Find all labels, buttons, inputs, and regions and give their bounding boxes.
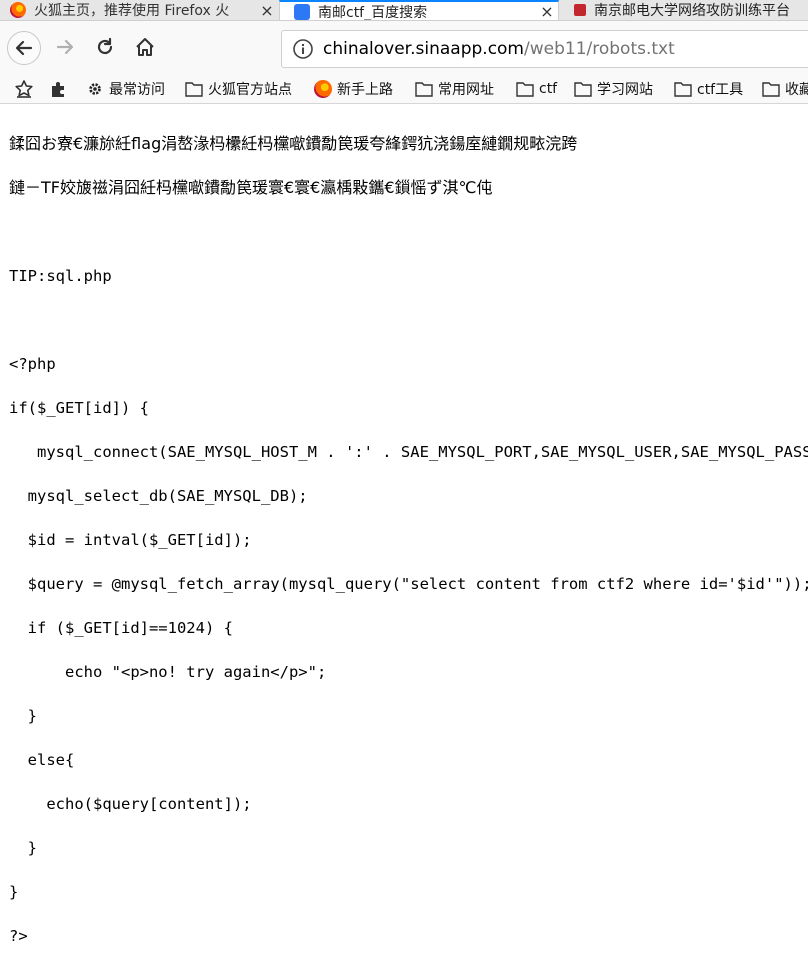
code-line: } [9, 839, 37, 857]
folder-icon [185, 82, 203, 97]
code-line: mysql_select_db(SAE_MYSQL_DB); [9, 487, 308, 505]
blank-line: ​ [9, 221, 808, 243]
tab-title: 火狐主页，推荐使用 Firefox 火 [34, 3, 230, 19]
bookmark-label: 常用网址 [438, 82, 494, 98]
site-icon [574, 4, 586, 16]
bookmark-study-sites[interactable]: 学习网站 [574, 78, 653, 100]
code-line: $id = intval($_GET[id]); [9, 531, 252, 549]
reload-icon [97, 37, 113, 55]
garbled-text-line: 鍒囧お寮€濂旀紝flag涓嶅湪杩欙紝杩欓噷鐨勪笢瑗夸綘鍔犺浇鍚庢縺鐗规畩浣跨 [9, 134, 578, 153]
folder-icon [674, 82, 692, 97]
tab-title: 南邮ctf_百度搜索 [318, 4, 428, 21]
url-text[interactable]: chinalover.sinaapp.com/web11/robots.txt [323, 39, 675, 59]
back-button[interactable] [7, 31, 41, 65]
home-icon [136, 38, 154, 56]
bookmark-getting-started[interactable]: 新手上路 [314, 78, 393, 100]
tip-line: TIP:sql.php [9, 267, 112, 285]
folder-icon [762, 82, 780, 97]
code-line: <?php [9, 355, 56, 373]
firefox-icon [10, 2, 26, 18]
bookmark-label: ctf工具 [697, 82, 744, 98]
baidu-icon [294, 3, 310, 20]
bookmark-label: 火狐官方站点 [208, 82, 292, 98]
folder-icon [516, 82, 534, 97]
tab-strip: 火狐主页，推荐使用 Firefox 火 × 南邮ctf_百度搜索 × 南京邮电大… [0, 0, 808, 21]
code-line: } [9, 883, 19, 901]
code-line: if($_GET[id]) { [9, 399, 149, 417]
reload-button[interactable] [88, 30, 122, 64]
firefox-icon [314, 80, 332, 98]
bookmark-label: ctf [539, 81, 558, 97]
code-line: if ($_GET[id]==1024) { [9, 619, 233, 637]
bookmark-firefox-official[interactable]: 火狐官方站点 [185, 78, 292, 100]
bookmark-ctf-tools[interactable]: ctf工具 [674, 78, 743, 100]
code-line: echo "<p>no! try again</p>"; [9, 663, 327, 681]
page-content: 鍒囧お寮€濂旀紝flag涓嶅湪杩欙紝杩欓噷鐨勪笢瑗夸綘鍔犺浇鍚庢縺鐗规畩浣跨 鏈… [9, 111, 808, 969]
tab-njupt-platform[interactable]: 南京邮电大学网络攻防训练平台 [560, 0, 808, 20]
bookmark-ctf[interactable]: ctf [516, 78, 557, 100]
gear-icon [89, 83, 101, 95]
arrow-right-icon [56, 39, 74, 55]
arrow-left-icon [15, 40, 33, 56]
puzzle-icon[interactable] [49, 79, 69, 99]
tab-title: 南京邮电大学网络攻防训练平台 [594, 3, 790, 19]
star-icon[interactable] [14, 79, 34, 99]
code-line: $query = @mysql_fetch_array(mysql_query(… [9, 575, 808, 593]
bookmark-label: 学习网站 [597, 82, 653, 98]
forward-button[interactable] [48, 30, 82, 64]
bookmark-label: 最常访问 [109, 82, 165, 98]
bookmark-label: 收藏 [785, 82, 808, 98]
bookmark-common-sites[interactable]: 常用网址 [415, 78, 494, 100]
bookmark-label: 新手上路 [337, 82, 393, 98]
url-host: chinalover.sinaapp.com [323, 39, 524, 59]
close-icon[interactable]: × [536, 2, 558, 20]
tab-baidu-search[interactable]: 南邮ctf_百度搜索 × [279, 0, 559, 21]
bookmarks-toolbar: 最常访问 火狐官方站点 新手上路 常用网址 ctf 学习网站 ctf工具 收藏 [0, 74, 808, 104]
code-line: } [9, 707, 37, 725]
url-bar[interactable]: chinalover.sinaapp.com/web11/robots.txt [281, 30, 808, 68]
tab-firefox-home[interactable]: 火狐主页，推荐使用 Firefox 火 × [0, 0, 278, 20]
bookmark-most-visited[interactable]: 最常访问 [86, 78, 165, 100]
code-line: echo($query[content]); [9, 795, 252, 813]
navigation-bar: chinalover.sinaapp.com/web11/robots.txt [0, 21, 808, 74]
url-path: /web11/robots.txt [524, 39, 675, 59]
blank-line: ​ [9, 309, 808, 331]
close-icon[interactable]: × [256, 1, 278, 20]
folder-icon [574, 82, 592, 97]
code-line: else{ [9, 751, 75, 769]
garbled-text-line: 鏈－TF姣旇禌涓囧紝杩欓噷鐨勪笢瑗寰€寰€瀛楀敤鑴€鎻愮ず淇℃伅 [9, 178, 493, 197]
folder-icon [415, 82, 433, 97]
code-line: ?> [9, 927, 28, 945]
bookmark-favorites[interactable]: 收藏 [762, 78, 808, 100]
home-button[interactable] [128, 30, 162, 64]
code-line: mysql_connect(SAE_MYSQL_HOST_M . ':' . S… [9, 443, 808, 461]
info-icon[interactable] [292, 38, 314, 60]
